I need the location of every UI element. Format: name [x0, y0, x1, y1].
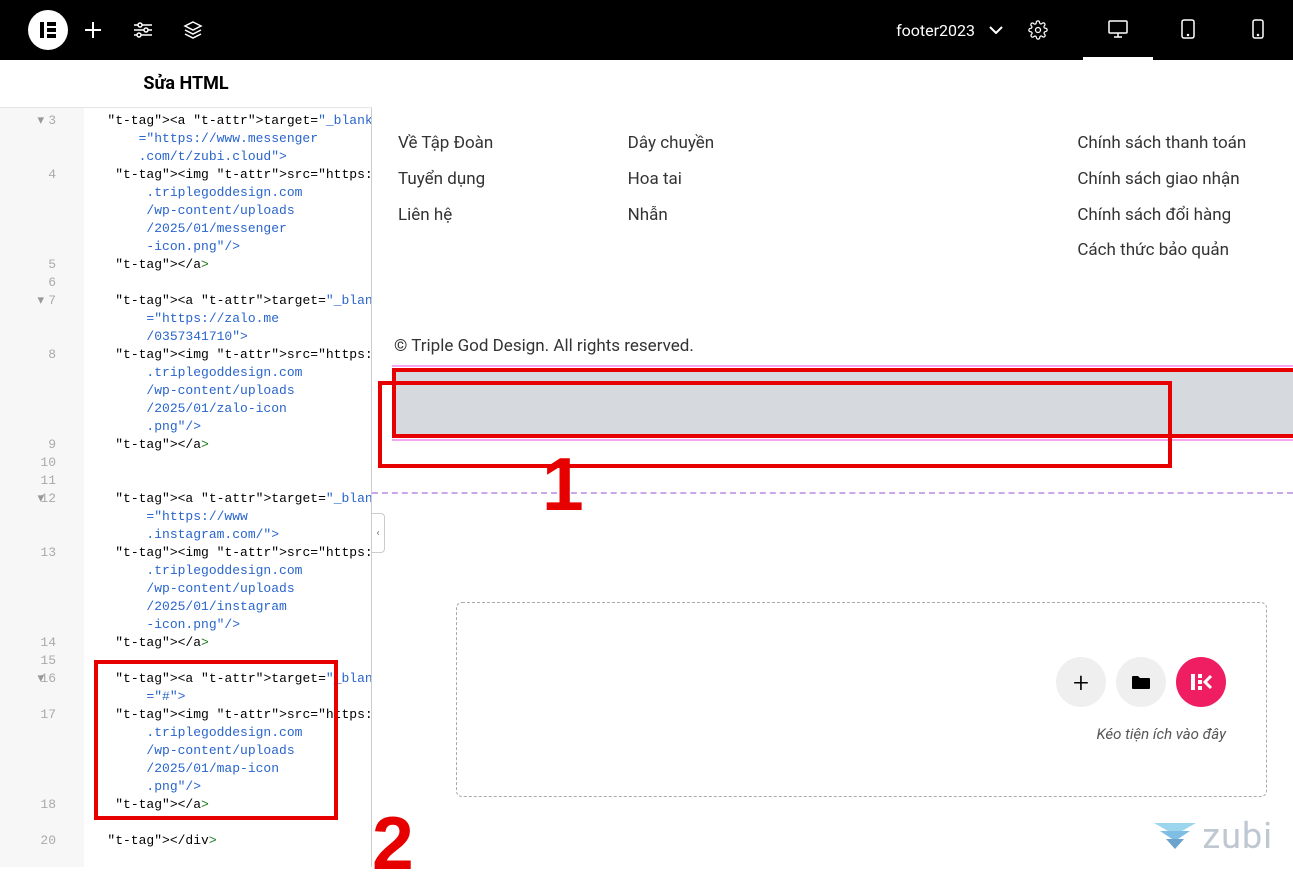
elementor-logo[interactable]: [28, 10, 68, 50]
footer-link[interactable]: Dây chuyền: [628, 126, 818, 162]
add-widget-button[interactable]: +: [1056, 657, 1106, 707]
footer-link[interactable]: Tuyển dụng: [398, 162, 588, 198]
code-content[interactable]: "t-tag"><a "t-attr">target="_blank" href…: [84, 108, 371, 867]
drop-hint-text: Kéo tiện ích vào đây: [1097, 725, 1227, 743]
widget-drop-zone[interactable]: + Kéo tiện ích vào đây: [456, 602, 1267, 797]
document-name[interactable]: footer2023: [896, 21, 975, 40]
footer-link[interactable]: Về Tập Đoàn: [398, 126, 588, 162]
zubi-mark-icon: [1154, 819, 1196, 853]
footer-link[interactable]: Chính sách giao nhận: [1077, 162, 1267, 198]
collapse-panel-handle[interactable]: ‹: [372, 513, 385, 553]
settings-sliders-icon[interactable]: [118, 0, 168, 60]
preview-canvas: ‹ Về Tập Đoàn Tuyển dụng Liên hệ Dây chu…: [372, 108, 1293, 867]
footer-link[interactable]: Nhẫn: [628, 198, 818, 234]
footer-link[interactable]: Chính sách đổi hàng: [1077, 198, 1267, 234]
zubi-text: zubi: [1202, 815, 1273, 857]
workspace: 3 ▾4567 ▾89101112 ▾13141516 ▾171820 "t-t…: [0, 108, 1293, 867]
chevron-down-icon[interactable]: [979, 0, 1013, 60]
desktop-view-button[interactable]: [1083, 0, 1153, 60]
add-icon[interactable]: [68, 0, 118, 60]
panel-title-text: Sửa HTML: [143, 73, 228, 94]
gear-icon[interactable]: [1013, 0, 1063, 60]
footer-col-1: Về Tập Đoàn Tuyển dụng Liên hệ: [398, 126, 588, 269]
mobile-view-button[interactable]: [1223, 0, 1293, 60]
line-gutter: 3 ▾4567 ▾89101112 ▾13141516 ▾171820: [0, 108, 84, 867]
zubi-logo: zubi: [1154, 815, 1273, 857]
layers-icon[interactable]: [168, 0, 218, 60]
annotation-number-1: 1: [542, 441, 584, 527]
footer-col-3: Chính sách thanh toán Chính sách giao nh…: [857, 126, 1267, 269]
footer-link[interactable]: Chính sách thanh toán: [1077, 126, 1267, 162]
panel-title: Sửa HTML: [0, 60, 372, 108]
footer-link[interactable]: Liên hệ: [398, 198, 588, 234]
annotation-number-2: 2: [372, 800, 414, 886]
footer-link[interactable]: Hoa tai: [628, 162, 818, 198]
section-divider: [372, 492, 1293, 494]
top-bar: footer2023: [0, 0, 1293, 60]
tablet-view-button[interactable]: [1153, 0, 1223, 60]
footer-columns: Về Tập Đoàn Tuyển dụng Liên hệ Dây chuyề…: [398, 108, 1267, 269]
selected-html-widget[interactable]: [392, 368, 1293, 438]
copyright-text: © Triple God Design. All rights reserved…: [394, 334, 1267, 358]
folder-button[interactable]: [1116, 657, 1166, 707]
footer-link[interactable]: Cách thức bảo quản: [1077, 233, 1267, 269]
code-editor[interactable]: 3 ▾4567 ▾89101112 ▾13141516 ▾171820 "t-t…: [0, 108, 372, 867]
elementor-brand-button[interactable]: [1176, 657, 1226, 707]
footer-col-2: Dây chuyền Hoa tai Nhẫn: [628, 126, 818, 269]
